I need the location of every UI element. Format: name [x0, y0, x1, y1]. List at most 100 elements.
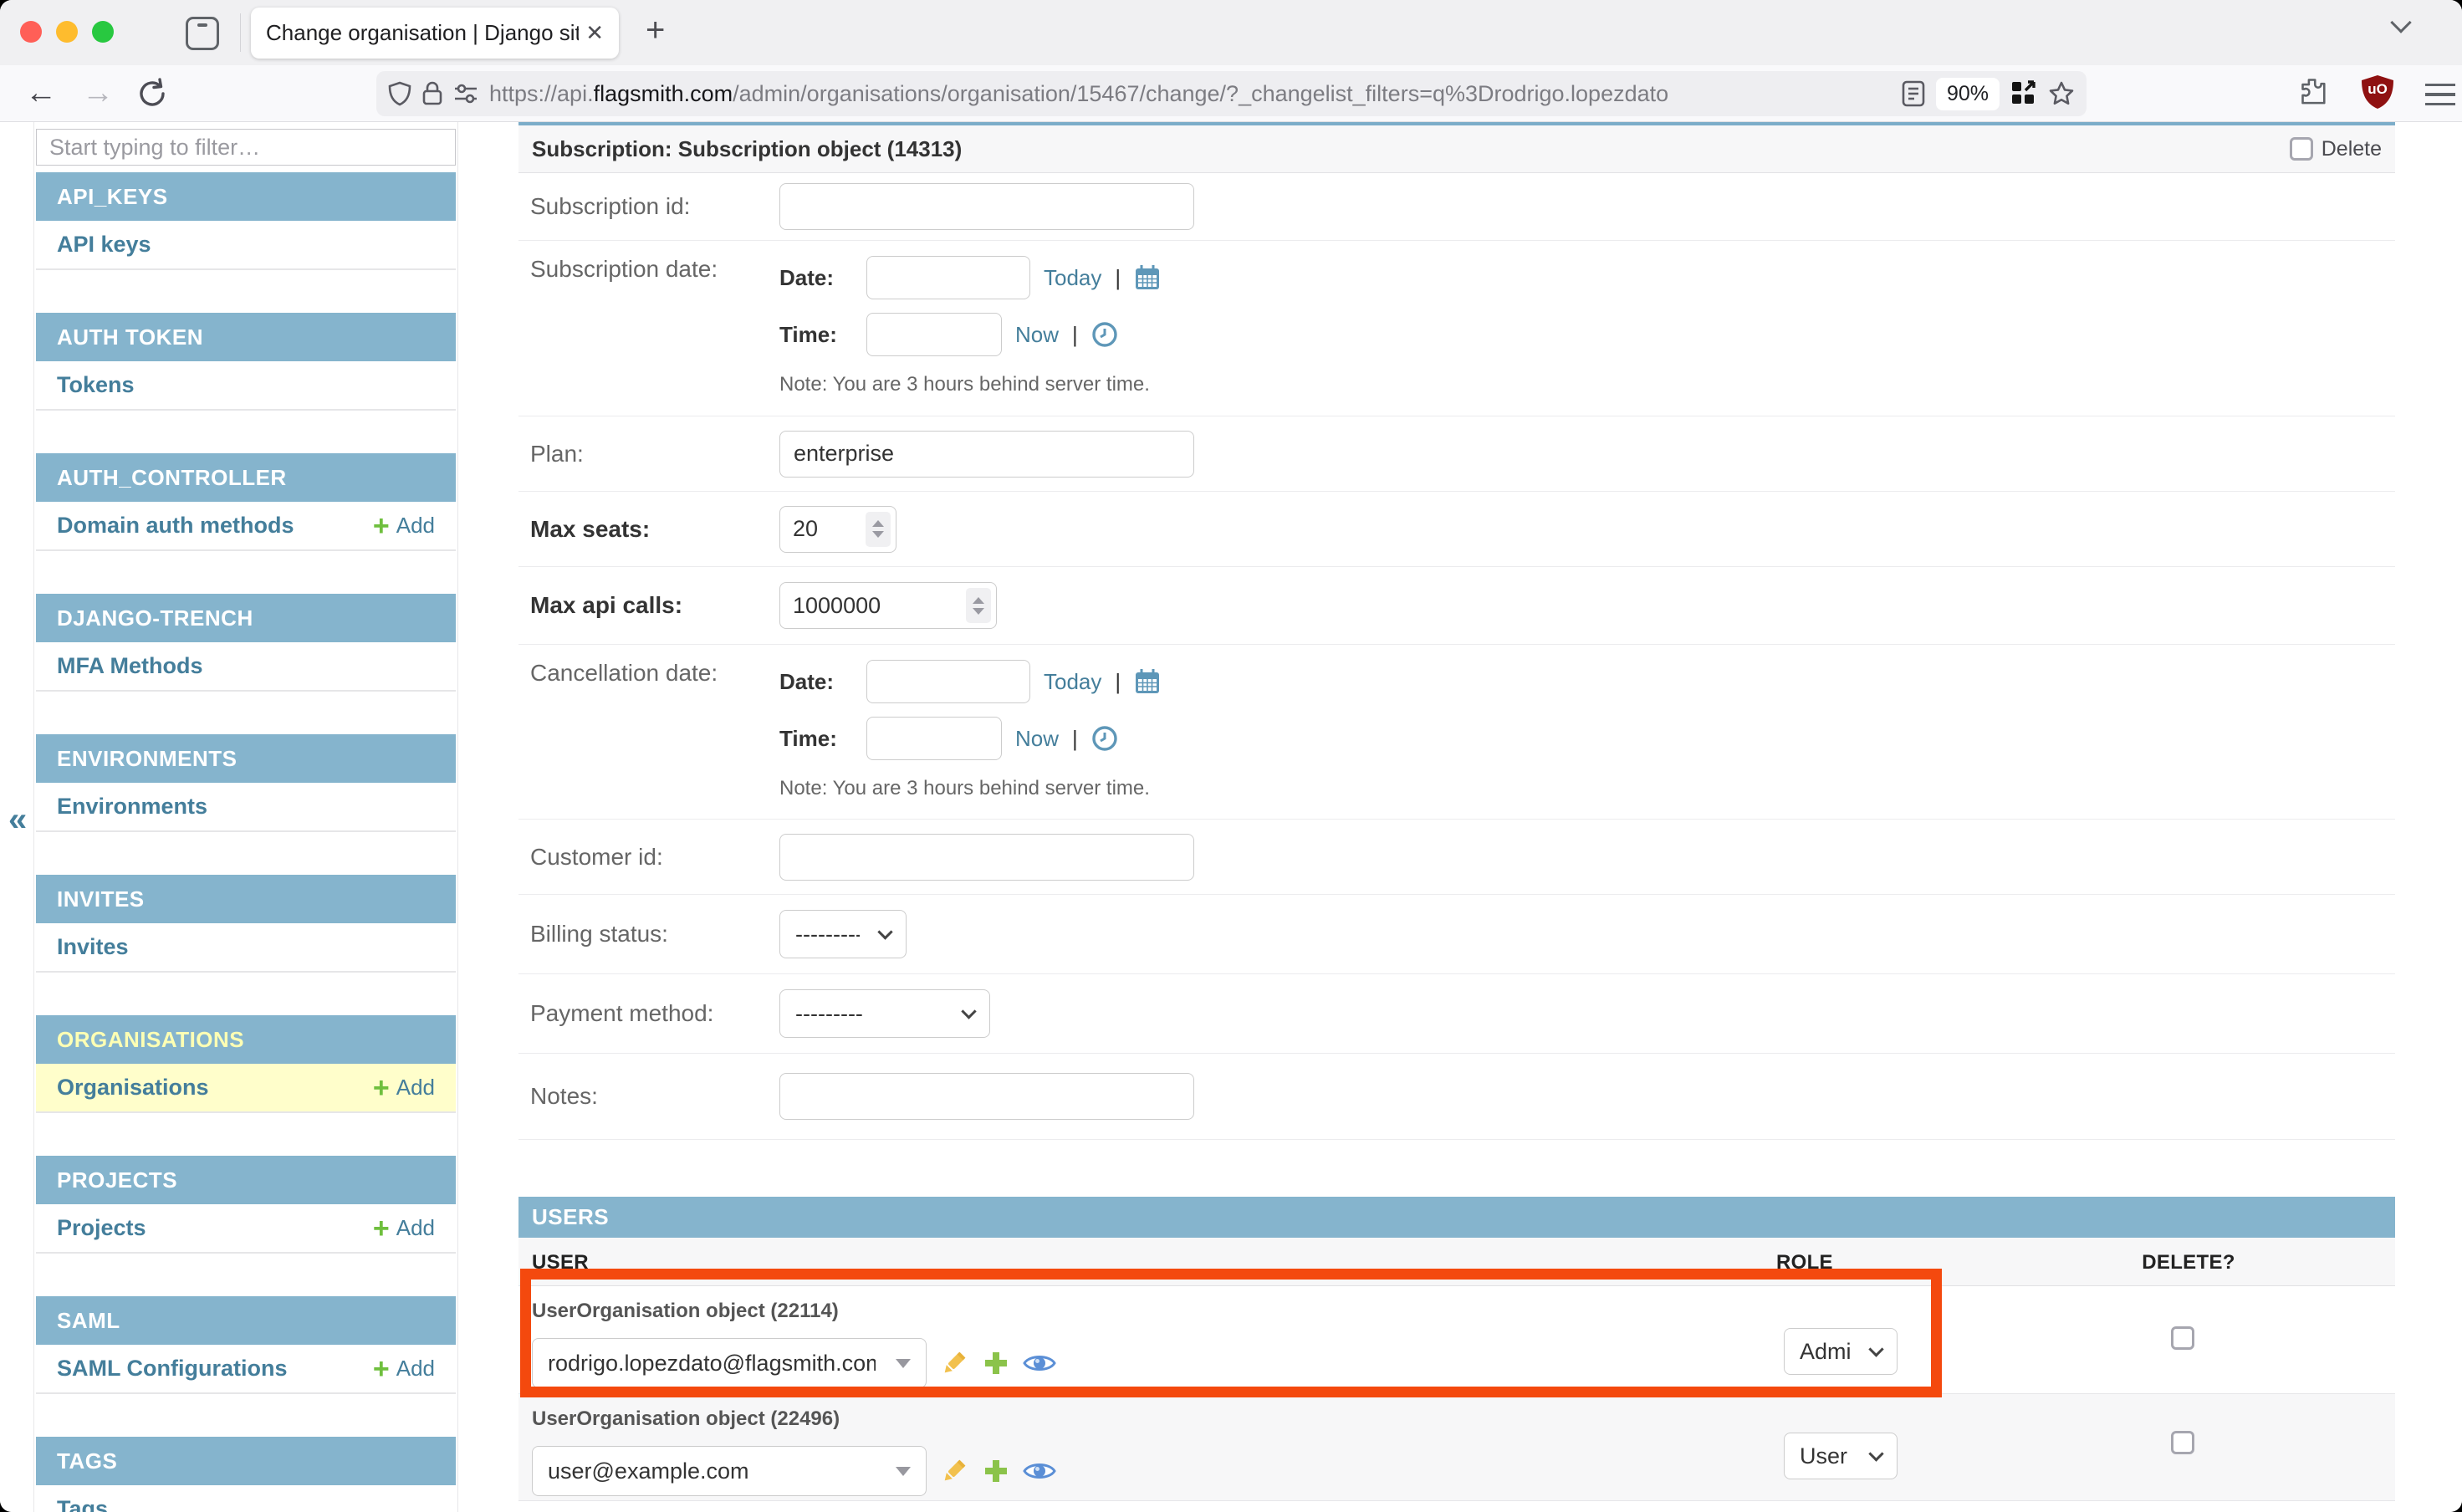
bookmark-star-icon[interactable] [2048, 80, 2075, 107]
cancellation-time-input[interactable] [866, 717, 1002, 760]
minimize-window-button[interactable] [56, 21, 78, 43]
firefox-view-icon[interactable] [186, 17, 219, 50]
sidebar-item-label[interactable]: Domain auth methods [57, 513, 294, 539]
payment-method-select[interactable]: --------- [779, 989, 990, 1038]
field-label: Max seats: [518, 516, 779, 543]
clock-icon[interactable] [1091, 725, 1118, 752]
user-row-22496: UserOrganisation object (22496) user@exa… [518, 1394, 2395, 1501]
sidebar-item-label[interactable]: Organisations [57, 1075, 209, 1101]
add-plus-icon[interactable] [982, 1457, 1010, 1485]
sidebar-item-organisations[interactable]: Organisations +Add [36, 1064, 456, 1112]
clock-icon[interactable] [1091, 321, 1118, 348]
subscription-date-input[interactable] [866, 256, 1030, 299]
user-select[interactable]: user@example.com [532, 1446, 927, 1496]
sidebar-item-environments[interactable]: Environments [36, 783, 456, 831]
url-text[interactable]: https://api.flagsmith.com/admin/organisa… [489, 81, 1668, 107]
tracking-protection-shield-icon[interactable] [388, 81, 411, 106]
list-tabs-chevron-icon[interactable] [2390, 12, 2411, 33]
max-seats-input[interactable]: 20 [779, 506, 896, 553]
view-eye-icon[interactable] [1023, 1351, 1056, 1376]
subscription-time-input[interactable] [866, 313, 1002, 356]
role-select[interactable]: Admin [1784, 1328, 1898, 1375]
datetime-widget: Date: Today | Time: Now | [779, 256, 1161, 396]
today-link[interactable]: Today [1044, 669, 1101, 695]
max-api-calls-input[interactable]: 1000000 [779, 582, 997, 629]
new-tab-button[interactable]: + [646, 12, 665, 49]
stepper-up-icon[interactable] [973, 597, 984, 604]
sidebar-item-tags[interactable]: Tags [36, 1485, 456, 1512]
zoom-window-button[interactable] [92, 21, 114, 43]
add-link[interactable]: +Add [373, 1355, 435, 1383]
add-plus-icon[interactable] [982, 1349, 1010, 1377]
plan-input[interactable] [779, 431, 1194, 478]
cancellation-date-input[interactable] [866, 660, 1030, 703]
calendar-icon[interactable] [1134, 668, 1161, 695]
active-tab[interactable]: Change organisation | Django site ad ✕ [251, 8, 619, 59]
customer-id-input[interactable] [779, 834, 1194, 881]
sidebar-item-label[interactable]: Environments [57, 794, 207, 820]
now-link[interactable]: Now [1015, 322, 1059, 348]
site-permissions-icon[interactable] [453, 83, 478, 105]
sidebar-item-label[interactable]: Tokens [57, 372, 135, 398]
now-link[interactable]: Now [1015, 726, 1059, 752]
sidebar-item-label[interactable]: Projects [57, 1215, 146, 1241]
extension-squares-icon[interactable] [2010, 80, 2037, 107]
sidebar-item-label[interactable]: API keys [57, 232, 151, 258]
notes-input[interactable] [779, 1073, 1194, 1120]
back-button[interactable]: ← [25, 75, 57, 111]
reader-mode-icon[interactable] [1902, 80, 1925, 107]
today-link[interactable]: Today [1044, 265, 1101, 291]
close-window-button[interactable] [20, 21, 42, 43]
user-select[interactable]: rodrigo.lopezdato@flagsmith.com [532, 1338, 927, 1388]
subscription-id-input[interactable] [779, 183, 1194, 230]
sidebar-item-projects[interactable]: Projects +Add [36, 1204, 456, 1253]
sidebar-item-saml-configurations[interactable]: SAML Configurations +Add [36, 1345, 456, 1393]
delete-user-checkbox[interactable] [2171, 1326, 2194, 1350]
url-path: /admin/organisations/organisation/15467/… [733, 81, 1668, 106]
window-controls [20, 21, 114, 43]
sidebar-item-tokens[interactable]: Tokens [36, 361, 456, 410]
sidebar-item-mfa-methods[interactable]: MFA Methods [36, 642, 456, 691]
plus-icon: + [373, 1074, 390, 1102]
number-stepper[interactable] [866, 512, 891, 547]
sidebar-item-label[interactable]: SAML Configurations [57, 1356, 287, 1382]
stepper-down-icon[interactable] [973, 608, 984, 615]
page-content: « API_KEYS API keys AUTH TOKEN Tokens AU… [0, 122, 2462, 1512]
zoom-level-button[interactable]: 90% [1936, 78, 2000, 110]
add-link[interactable]: +Add [373, 512, 435, 540]
url-bar[interactable]: https://api.flagsmith.com/admin/organisa… [376, 71, 2087, 116]
billing-status-select[interactable]: --------- [779, 910, 907, 958]
sidebar-item-label[interactable]: Invites [57, 934, 129, 960]
close-tab-icon[interactable]: ✕ [585, 20, 604, 46]
edit-pencil-icon[interactable] [939, 1456, 969, 1486]
add-link[interactable]: +Add [373, 1214, 435, 1243]
add-link[interactable]: +Add [373, 1074, 435, 1102]
delete-user-checkbox[interactable] [2171, 1431, 2194, 1454]
menu-hamburger-icon[interactable] [2425, 84, 2455, 105]
calendar-icon[interactable] [1134, 264, 1161, 291]
separator: | [1072, 322, 1078, 348]
sidebar-item-label[interactable]: Tags [57, 1496, 108, 1512]
stepper-down-icon[interactable] [872, 531, 884, 538]
extensions-puzzle-icon[interactable] [2296, 75, 2330, 109]
sidebar-item-invites[interactable]: Invites [36, 923, 456, 972]
sidebar-module-invites: INVITES Invites [36, 875, 456, 973]
sidebar-item-api-keys[interactable]: API keys [36, 221, 456, 269]
user-organisation-object-label: UserOrganisation object (22496) [532, 1407, 2395, 1431]
sidebar-item-domain-auth-methods[interactable]: Domain auth methods +Add [36, 502, 456, 550]
view-eye-icon[interactable] [1023, 1458, 1056, 1484]
sidebar-collapse-toggle[interactable]: « [8, 801, 27, 839]
number-stepper[interactable] [966, 588, 991, 623]
ublock-origin-icon[interactable]: uO [2360, 74, 2395, 110]
url-domain: flagsmith.com [594, 81, 733, 106]
role-select[interactable]: User [1784, 1433, 1898, 1479]
sidebar-item-label[interactable]: MFA Methods [57, 653, 203, 679]
reload-button[interactable] [135, 77, 169, 110]
sidebar-filter-input[interactable] [36, 129, 456, 166]
forward-button[interactable]: → [82, 75, 114, 111]
delete-subscription-checkbox[interactable] [2290, 137, 2313, 161]
max-api-calls-value: 1000000 [780, 593, 966, 619]
edit-pencil-icon[interactable] [939, 1348, 969, 1378]
lock-icon[interactable] [422, 81, 442, 106]
stepper-up-icon[interactable] [872, 520, 884, 527]
